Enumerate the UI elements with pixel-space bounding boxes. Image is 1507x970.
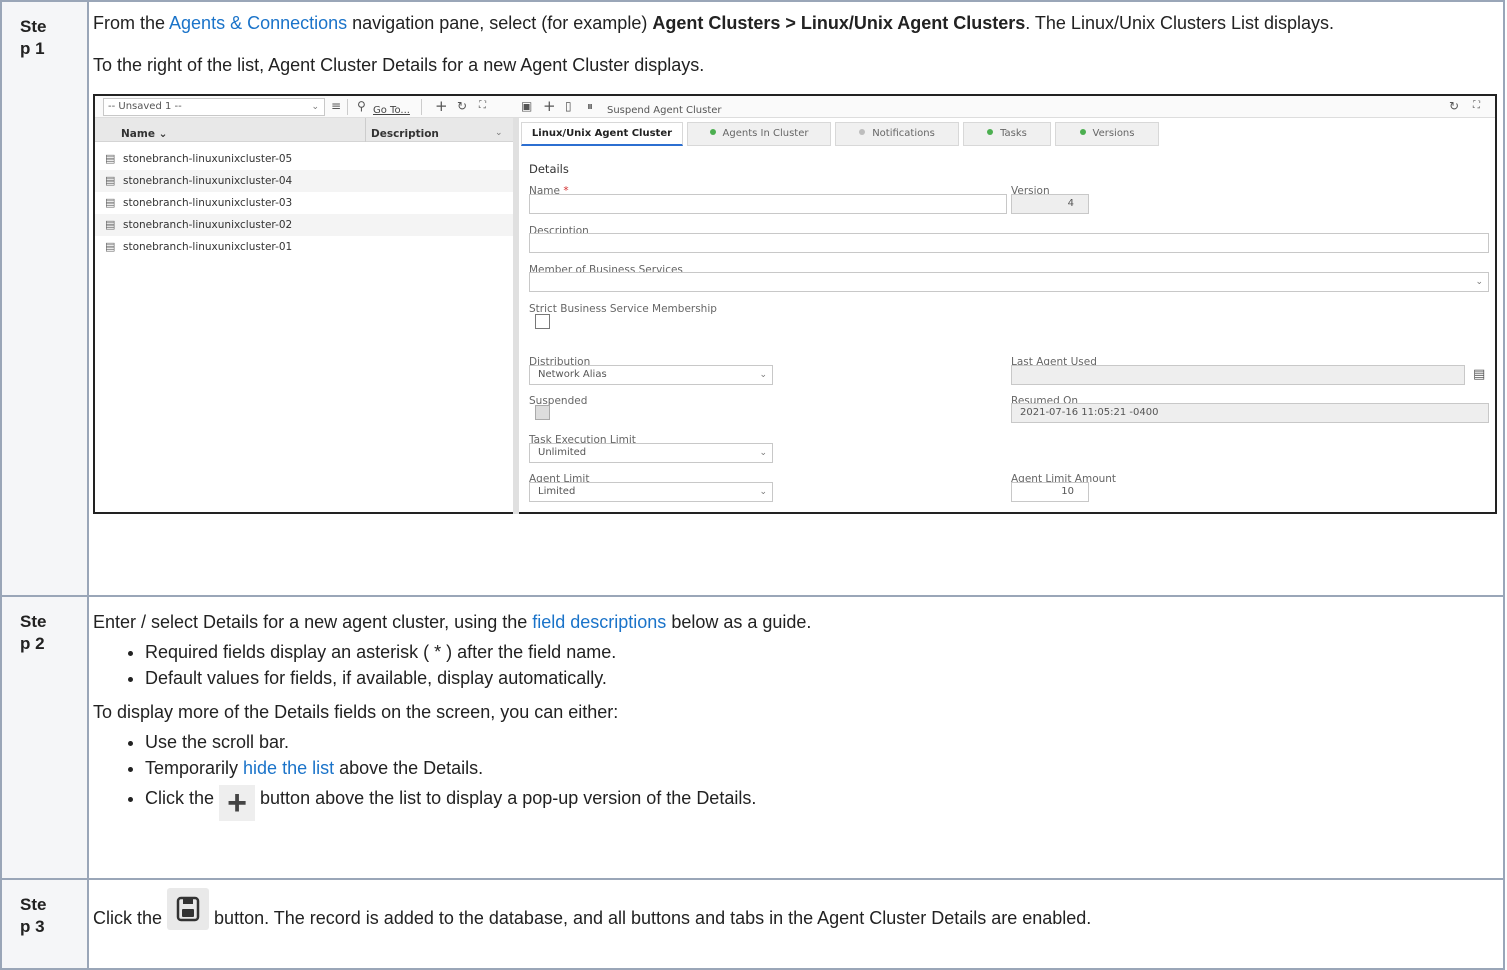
step-1-paragraph-1: From the Agents & Connections navigation… [93, 13, 1335, 33]
list-item: Default values for fields, if available,… [145, 667, 1497, 689]
search-icon[interactable]: ⚲ [357, 97, 366, 115]
distribution-select[interactable]: Network Alias ⌄ [529, 365, 773, 385]
agent-limit-select[interactable]: Limited ⌄ [529, 482, 773, 502]
column-header-description[interactable]: Description [371, 123, 439, 145]
step-3-paragraph: Click the button. The record is added to… [93, 888, 1497, 930]
field-descriptions-link[interactable]: field descriptions [532, 612, 666, 632]
tab-linux-unix-agent-cluster[interactable]: Linux/Unix Agent Cluster [521, 122, 683, 146]
list-item[interactable]: ▤ stonebranch-linuxunixcluster-04 [95, 170, 513, 192]
step-1-paragraph-2: To the right of the list, Agent Cluster … [93, 55, 705, 75]
step-3-label-line2: p 3 [20, 917, 45, 936]
delete-icon[interactable]: ▯ [565, 97, 572, 115]
resumed-on-value: 2021-07-16 11:05:21 -0400 [1011, 403, 1489, 423]
list-item[interactable]: ▤ stonebranch-linuxunixcluster-03 [95, 192, 513, 214]
save-icon [167, 888, 210, 930]
strict-membership-checkbox[interactable] [535, 314, 550, 329]
suspended-checkbox [535, 405, 550, 420]
filter-icon[interactable]: ≡ [331, 97, 341, 115]
tab-notifications[interactable]: Notifications [835, 122, 959, 146]
status-dot-icon [709, 129, 716, 135]
toolbar-divider [347, 99, 348, 115]
plus-icon: + [219, 785, 256, 821]
chevron-down-icon: ⌄ [1475, 277, 1483, 287]
pane-splitter[interactable] [513, 118, 519, 514]
record-icon: ▤ [105, 174, 116, 187]
pause-icon[interactable]: ⏸ [587, 97, 593, 115]
list-item: Click the + button above the list to dis… [145, 785, 1497, 821]
list-item: Temporarily hide the list above the Deta… [145, 757, 1497, 779]
toolbar: -- Unsaved 1 -- ⌄ ≡ ⚲ Go To... + ↻ ⛶ ▣ +… [95, 96, 1495, 118]
record-icon: ▤ [105, 196, 116, 209]
section-title-details: Details [529, 162, 569, 176]
list-item: Required fields display an asterisk ( * … [145, 641, 1497, 663]
tab-versions[interactable]: Versions [1055, 122, 1159, 146]
new-icon[interactable]: + [543, 97, 556, 115]
step-1-body: From the Agents & Connections navigation… [87, 0, 1505, 597]
version-value: 4 [1011, 194, 1089, 214]
list-item[interactable]: ▤ stonebranch-linuxunixcluster-01 [95, 236, 513, 258]
step-3-body: Click the button. The record is added to… [87, 878, 1505, 970]
chevron-down-icon[interactable]: ⌄ [495, 122, 503, 144]
step-2-label: Ste p 2 [0, 595, 89, 880]
hide-the-list-link[interactable]: hide the list [243, 758, 334, 778]
description-input[interactable] [529, 233, 1489, 253]
add-icon[interactable]: + [435, 97, 448, 115]
last-agent-used-value [1011, 365, 1465, 385]
tab-agents-in-cluster[interactable]: Agents In Cluster [687, 122, 831, 146]
name-input[interactable] [529, 194, 1007, 214]
agent-cluster-screenshot: -- Unsaved 1 -- ⌄ ≡ ⚲ Go To... + ↻ ⛶ ▣ +… [93, 94, 1497, 514]
step-3-label-line1: Ste [20, 895, 47, 914]
status-dot-icon [987, 129, 994, 135]
status-dot-icon [1079, 129, 1086, 135]
tab-tasks[interactable]: Tasks [963, 122, 1051, 146]
list-item[interactable]: ▤ stonebranch-linuxunixcluster-02 [95, 214, 513, 236]
suspend-agent-cluster-button[interactable]: Suspend Agent Cluster [607, 100, 722, 122]
column-header-name[interactable]: Name ⌄ [121, 123, 167, 145]
step-2-bullets-2: Use the scroll bar. Temporarily hide the… [93, 731, 1497, 821]
details-icon[interactable]: ▤ [1473, 366, 1485, 384]
record-icon: ▤ [105, 218, 116, 231]
record-icon: ▤ [105, 240, 116, 253]
list-item: Use the scroll bar. [145, 731, 1497, 753]
chevron-down-icon: ⌄ [759, 448, 767, 458]
save-icon[interactable]: ▣ [521, 97, 532, 115]
filter-select[interactable]: -- Unsaved 1 -- ⌄ [103, 98, 325, 116]
strict-membership-label: Strict Business Service Membership [529, 303, 717, 315]
chevron-down-icon: ⌄ [311, 102, 319, 112]
list-item[interactable]: ▤ stonebranch-linuxunixcluster-05 [95, 148, 513, 170]
step-2-body: Enter / select Details for a new agent c… [87, 595, 1505, 880]
toolbar-divider [421, 99, 422, 115]
agents-connections-link[interactable]: Agents & Connections [169, 13, 347, 33]
steps-table: Ste p 1 From the Agents & Connections na… [0, 0, 1505, 970]
step-1-label-line2: p 1 [20, 39, 45, 58]
task-execution-limit-select[interactable]: Unlimited ⌄ [529, 443, 773, 463]
expand-icon[interactable]: ⛶ [1473, 97, 1480, 115]
expand-icon[interactable]: ⛶ [479, 97, 486, 115]
chevron-down-icon: ⌄ [759, 487, 767, 497]
chevron-down-icon: ⌄ [759, 370, 767, 380]
step-2-paragraph-2: To display more of the Details fields on… [93, 702, 619, 722]
record-icon: ▤ [105, 152, 116, 165]
step-1-label-line1: Ste [20, 17, 47, 36]
step-2-label-line1: Ste [20, 612, 47, 631]
refresh-icon[interactable]: ↻ [457, 97, 467, 115]
menu-path: Agent Clusters > Linux/Unix Agent Cluste… [652, 13, 1026, 33]
column-divider [365, 118, 366, 142]
step-2-paragraph-1: Enter / select Details for a new agent c… [93, 612, 812, 632]
status-dot-icon [859, 129, 866, 135]
member-business-services-select[interactable]: ⌄ [529, 272, 1489, 292]
step-3-label: Ste p 3 [0, 878, 89, 970]
step-1-label: Ste p 1 [0, 0, 89, 597]
agent-limit-amount-input[interactable]: 10 [1011, 482, 1089, 502]
step-2-bullets-1: Required fields display an asterisk ( * … [93, 641, 1497, 689]
list-header: Name ⌄ Description ⌄ [95, 118, 513, 142]
refresh-icon[interactable]: ↻ [1449, 97, 1459, 115]
step-2-label-line2: p 2 [20, 634, 45, 653]
